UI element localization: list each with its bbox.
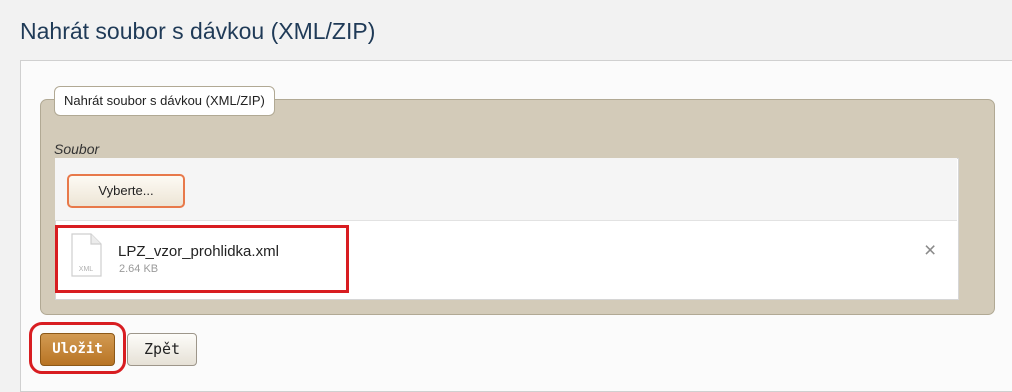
file-name: LPZ_vzor_prohlidka.xml <box>118 243 279 260</box>
remove-file-icon[interactable]: × <box>924 240 936 261</box>
select-file-button[interactable]: Vyberte... <box>67 174 185 208</box>
file-document-icon: XML <box>71 233 102 277</box>
back-button[interactable]: Zpět <box>127 333 197 366</box>
page-title: Nahrát soubor s dávkou (XML/ZIP) <box>20 18 376 44</box>
fieldset-legend: Nahrát soubor s dávkou (XML/ZIP) <box>54 86 275 116</box>
file-size: 2.64 KB <box>119 263 159 275</box>
file-type-label: XML <box>79 266 94 273</box>
file-select-bar <box>55 158 957 221</box>
file-field-label: Soubor <box>54 141 100 157</box>
save-button[interactable]: Uložit <box>40 333 115 366</box>
